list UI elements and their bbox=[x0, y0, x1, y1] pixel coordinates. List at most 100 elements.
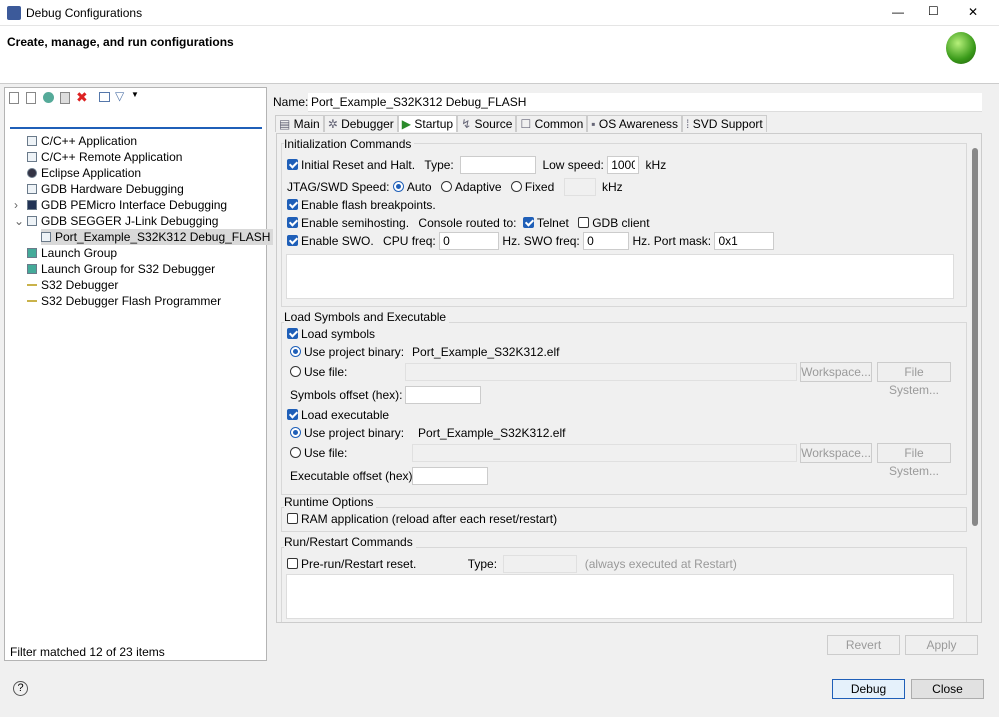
exec-offset-input[interactable] bbox=[412, 467, 488, 485]
tree-item-label: Launch Group for S32 Debugger bbox=[41, 262, 216, 276]
source-tab-icon: ↯ bbox=[461, 117, 475, 131]
name-label-text: Name: bbox=[273, 95, 309, 109]
tree-item[interactable]: C/C++ Application bbox=[27, 133, 137, 149]
minimize-button[interactable]: — bbox=[892, 5, 904, 19]
tree-item-label: S32 Debugger bbox=[41, 278, 119, 292]
tree-item[interactable]: Eclipse Application bbox=[27, 165, 141, 181]
tree-item[interactable]: ⌄ GDB SEGGER J-Link Debugging bbox=[14, 213, 218, 229]
close-window-button[interactable]: ✕ bbox=[968, 5, 978, 19]
symbols-offset-input[interactable] bbox=[405, 386, 481, 404]
expand-toggle-icon[interactable]: › bbox=[14, 197, 18, 213]
low-speed-label: Low speed: bbox=[542, 158, 604, 172]
symbols-use-file-label: Use file: bbox=[304, 365, 348, 379]
auto-radio[interactable] bbox=[392, 181, 404, 192]
reset-row: Initial Reset and Halt. Type: Low speed:… bbox=[287, 156, 666, 174]
symbols-project-binary-radio[interactable] bbox=[290, 346, 301, 357]
tab-svd-support[interactable]: ⁞ SVD Support bbox=[682, 115, 767, 132]
tree-toolbar: ✖ ▽ ▼ bbox=[9, 89, 139, 106]
filter-input[interactable] bbox=[10, 110, 262, 129]
semihost-checkbox[interactable] bbox=[287, 217, 298, 228]
expand-toggle-icon[interactable]: ⌄ bbox=[14, 213, 24, 229]
load-exec-checkbox[interactable] bbox=[287, 409, 298, 420]
prerun-row: Pre-run/Restart reset. Type: (always exe… bbox=[287, 555, 737, 573]
exec-project-binary-radio[interactable] bbox=[290, 427, 301, 438]
c-app-icon bbox=[27, 184, 37, 194]
tree-item[interactable]: Launch Group for S32 Debugger bbox=[27, 261, 215, 277]
symbols-file-system-button[interactable]: File System... bbox=[877, 362, 951, 397]
ram-checkbox[interactable] bbox=[287, 513, 298, 524]
revert-button[interactable]: Revert bbox=[827, 635, 900, 655]
app-icon bbox=[7, 6, 21, 20]
swo-checkbox[interactable] bbox=[287, 235, 298, 246]
collapse-all-icon[interactable] bbox=[99, 92, 110, 102]
telnet-checkbox[interactable] bbox=[522, 217, 534, 228]
prerun-type-input[interactable] bbox=[503, 555, 578, 573]
tree-item[interactable]: Launch Group bbox=[27, 245, 117, 261]
new-config-icon[interactable] bbox=[9, 92, 19, 104]
port-mask-input[interactable] bbox=[714, 232, 775, 250]
tab-source[interactable]: ↯ Source bbox=[457, 115, 517, 132]
tree-item[interactable]: S32 Debugger Flash Programmer bbox=[27, 293, 221, 309]
s32-icon bbox=[27, 280, 37, 290]
tab-main[interactable]: ▤ Main bbox=[275, 115, 324, 132]
svd-tab-icon: ⁞ bbox=[686, 117, 693, 131]
tab-common[interactable]: ☐ Common bbox=[516, 115, 588, 132]
gdb-client-checkbox[interactable] bbox=[578, 217, 590, 228]
semihost-label: Enable semihosting. bbox=[301, 216, 410, 230]
load-symbols-checkbox[interactable] bbox=[287, 328, 298, 339]
init-commands-title: Initialization Commands bbox=[284, 137, 415, 151]
title-bar: Debug Configurations — ☐ ✕ bbox=[0, 0, 999, 26]
flash-bp-row: Enable flash breakpoints. bbox=[287, 198, 436, 212]
tab-debugger[interactable]: ✲ Debugger bbox=[323, 115, 398, 132]
apply-button[interactable]: Apply bbox=[905, 635, 978, 655]
swo-freq-input[interactable] bbox=[583, 232, 630, 250]
symbols-use-file-radio[interactable] bbox=[290, 366, 301, 377]
maximize-button[interactable]: ☐ bbox=[928, 4, 939, 18]
tree-item[interactable]: S32 Debugger bbox=[27, 277, 118, 293]
name-input[interactable] bbox=[308, 93, 982, 112]
panel-scrollbar[interactable] bbox=[969, 134, 981, 622]
reset-label: Initial Reset and Halt. bbox=[301, 158, 416, 172]
debug-button[interactable]: Debug bbox=[832, 679, 905, 699]
exec-use-file-radio[interactable] bbox=[290, 447, 301, 458]
tab-startup[interactable]: ▶ Startup bbox=[397, 115, 458, 132]
debugger-tab-icon: ✲ bbox=[327, 117, 342, 131]
help-icon[interactable]: ? bbox=[13, 681, 28, 696]
tree-item[interactable]: Port_Example_S32K312 Debug_FLASH bbox=[41, 229, 274, 245]
exec-file-input[interactable] bbox=[412, 444, 797, 462]
exec-workspace-button[interactable]: Workspace... bbox=[800, 443, 872, 463]
tree-item-label: GDB Hardware Debugging bbox=[41, 182, 184, 196]
delete-icon[interactable]: ✖ bbox=[76, 89, 88, 106]
cpu-freq-input[interactable] bbox=[439, 232, 500, 250]
load-exec-row: Load executable bbox=[287, 408, 389, 422]
adaptive-radio[interactable] bbox=[440, 181, 452, 192]
duplicate-icon[interactable] bbox=[60, 92, 70, 104]
export-icon[interactable] bbox=[43, 92, 54, 103]
reset-type-input[interactable] bbox=[460, 156, 537, 174]
symbols-workspace-button[interactable]: Workspace... bbox=[800, 362, 872, 382]
scrollbar-thumb[interactable] bbox=[972, 148, 978, 526]
symbols-file-input[interactable] bbox=[405, 363, 797, 381]
tree-item[interactable]: GDB Hardware Debugging bbox=[27, 181, 184, 197]
init-commands-textarea[interactable] bbox=[286, 254, 954, 299]
load-symbols-row: Load symbols bbox=[287, 327, 375, 341]
s32-icon bbox=[27, 296, 37, 306]
prerun-checkbox[interactable] bbox=[287, 558, 298, 569]
close-button[interactable]: Close bbox=[911, 679, 984, 699]
low-speed-input[interactable] bbox=[607, 156, 640, 174]
fixed-radio[interactable] bbox=[510, 181, 522, 192]
exec-file-system-button[interactable]: File System... bbox=[877, 443, 951, 478]
fixed-speed-input[interactable] bbox=[563, 178, 596, 196]
filter-menu-icon[interactable]: ▼ bbox=[131, 90, 139, 99]
tab-os-awareness[interactable]: ▪ OS Awareness bbox=[587, 115, 683, 132]
restart-commands-textarea[interactable] bbox=[286, 574, 954, 619]
tree-item-label: S32 Debugger Flash Programmer bbox=[41, 294, 222, 308]
tree-item[interactable]: › GDB PEMicro Interface Debugging bbox=[14, 197, 227, 213]
tree-item[interactable]: C/C++ Remote Application bbox=[27, 149, 182, 165]
filter-icon[interactable]: ▽ bbox=[115, 89, 124, 103]
tree-item-label: Eclipse Application bbox=[41, 166, 142, 180]
new-prototype-icon[interactable] bbox=[26, 92, 36, 104]
symbols-offset-label: Symbols offset (hex): bbox=[290, 388, 403, 402]
flash-bp-checkbox[interactable] bbox=[287, 199, 298, 210]
reset-checkbox[interactable] bbox=[287, 159, 298, 170]
